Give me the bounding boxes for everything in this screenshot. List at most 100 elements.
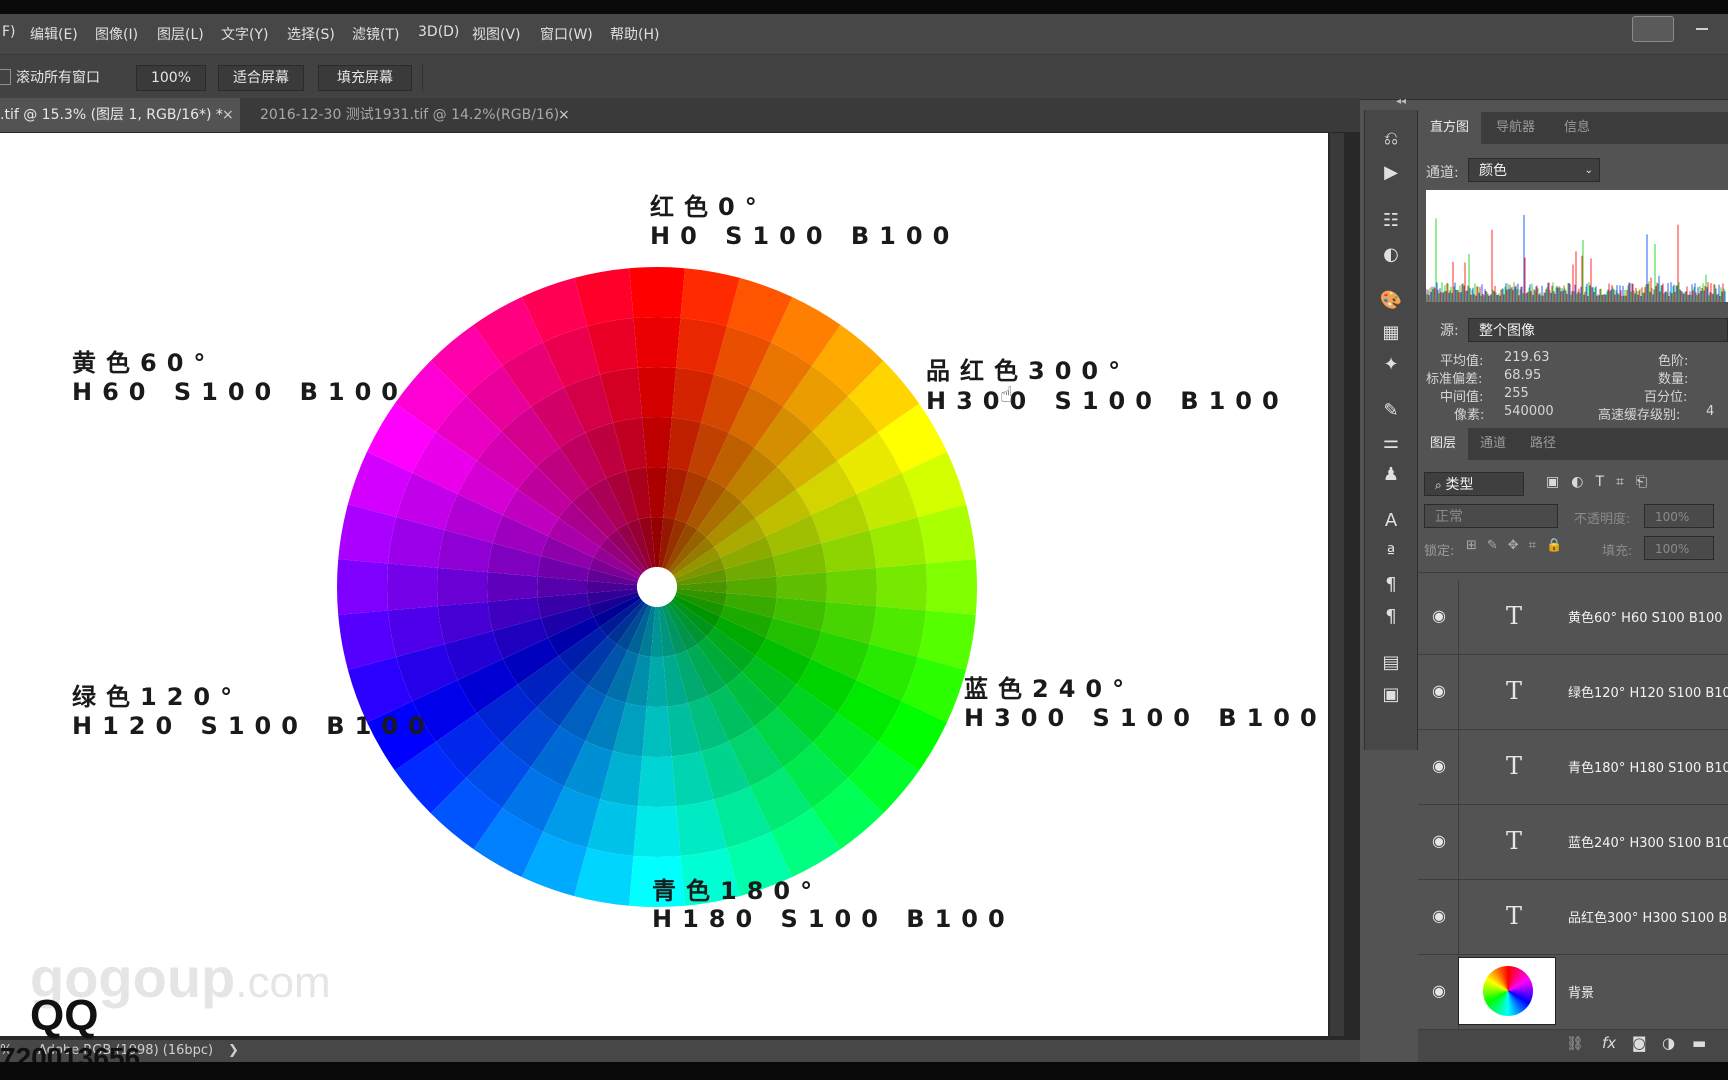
tab-navigator[interactable]: 导航器 (1484, 112, 1547, 144)
wheel-segment (876, 563, 927, 611)
styles-icon[interactable]: ✦ (1375, 350, 1407, 380)
mask-icon[interactable]: ◙ (1632, 1034, 1647, 1052)
layer-row[interactable]: ◉ 背景 (1418, 955, 1728, 1030)
menu-edit[interactable]: 编辑(E) (30, 24, 78, 44)
chevron-down-icon: ⌄ (1584, 165, 1593, 176)
close-icon[interactable]: × (222, 98, 234, 132)
adjustment-icon[interactable]: ◑ (1662, 1034, 1675, 1052)
color-wheel-thumbnail (1483, 966, 1533, 1016)
menu-view[interactable]: 视图(V) (472, 24, 521, 44)
layer-row[interactable]: ◉ T 黄色60° H60 S100 B100 (1418, 580, 1728, 655)
scroll-all-checkbox[interactable] (0, 69, 11, 85)
fx-icon[interactable]: fx (1602, 1034, 1616, 1052)
tab-document-2[interactable]: 2016-12-30 测试1931.tif @ 14.2%(RGB/16) × (250, 98, 580, 132)
menu-filter[interactable]: 滤镜(T) (352, 24, 399, 44)
watermark-qq: QQ (30, 991, 99, 1040)
label-blue-hsb: H300 S100 B100 (964, 704, 1327, 732)
tab-label: 2016-12-30 测试1931.tif @ 14.2%(RGB/16) (260, 107, 560, 123)
divider (1458, 805, 1459, 879)
layer-comps-icon[interactable]: ▤ (1375, 648, 1407, 678)
properties-icon[interactable]: ☷ (1375, 206, 1407, 236)
vertical-scrollbar[interactable] (1330, 133, 1344, 1036)
tab-histogram[interactable]: 直方图 (1418, 112, 1482, 144)
status-arrow-icon[interactable]: ❯ (228, 1043, 239, 1058)
lock-label: 锁定: (1424, 544, 1455, 559)
fit-screen-button[interactable]: 适合屏幕 (218, 65, 304, 91)
notes-icon[interactable]: ▣ (1375, 680, 1407, 710)
layer-row[interactable]: ◉ T 青色180° H180 S100 B100 (1418, 730, 1728, 805)
blend-mode-select[interactable]: 正常 (1424, 504, 1558, 528)
menu-image[interactable]: 图像(I) (95, 24, 138, 44)
layer-name: 绿色120° H120 S100 B100 (1568, 686, 1728, 701)
tab-paths[interactable]: 路径 (1518, 428, 1568, 460)
link-icon[interactable]: ⛓ (1566, 1036, 1584, 1052)
brush-settings-icon[interactable]: ⚌ (1375, 428, 1407, 458)
eye-icon[interactable]: ◉ (1432, 906, 1450, 925)
character-icon[interactable]: A (1375, 506, 1407, 536)
swatches-grid-icon[interactable]: ▦ (1375, 318, 1407, 348)
layer-row[interactable]: ◉ T 绿色120° H120 S100 B100 (1418, 655, 1728, 730)
options-bar: 滚动所有窗口 100% 适合屏幕 填充屏幕 (0, 54, 1728, 100)
tab-info[interactable]: 信息 (1552, 112, 1602, 144)
minimize-icon[interactable] (1696, 28, 1708, 30)
lock-icons[interactable]: ⊞✎✥⌗🔒 (1466, 538, 1586, 558)
tab-layers[interactable]: 图层 (1418, 428, 1469, 460)
wheel-segment (387, 563, 438, 611)
median-value: 255 (1504, 386, 1529, 401)
scroll-all-label: 滚动所有窗口 (16, 70, 100, 86)
adjustments-icon[interactable]: ◐ (1375, 240, 1407, 270)
cache-label: 高速缓存级别: (1598, 408, 1681, 423)
fill-field[interactable]: 100% (1644, 536, 1714, 560)
menu-window[interactable]: 窗口(W) (540, 24, 593, 44)
search-icon: ⌕ (1435, 478, 1446, 492)
eye-icon[interactable]: ◉ (1432, 981, 1450, 1000)
eye-icon[interactable]: ◉ (1432, 606, 1450, 625)
cache-value: 4 (1706, 404, 1715, 419)
menu-layer[interactable]: 图层(L) (157, 24, 204, 44)
layer-row[interactable]: ◉ T 品红色300° H300 S100 B100 (1418, 880, 1728, 955)
paragraph-styles-icon[interactable]: ¶ (1375, 602, 1407, 632)
folder-icon[interactable]: ▬ (1692, 1034, 1706, 1052)
collapse-icon[interactable]: ◂◂ (1396, 96, 1406, 107)
paragraph-icon[interactable]: ¶ (1375, 570, 1407, 600)
layer-row[interactable]: ◉ T 蓝色240° H300 S100 B100 (1418, 805, 1728, 880)
label-magenta-title: 品红色300° (926, 357, 1131, 385)
menu-select[interactable]: 选择(S) (287, 24, 335, 44)
character-styles-icon[interactable]: ª (1375, 538, 1407, 568)
text-layer-icon: T (1505, 677, 1522, 705)
bottom-frame (0, 1062, 1728, 1080)
layer-filter-select[interactable]: ⌕ 类型 (1424, 472, 1524, 496)
menu-3d[interactable]: 3D(D) (418, 24, 459, 40)
zoom-100-button[interactable]: 100% (136, 65, 206, 91)
eye-icon[interactable]: ◉ (1432, 831, 1450, 850)
mean-label: 平均值: (1440, 354, 1484, 369)
menu-help[interactable]: 帮助(H) (610, 24, 659, 44)
source-select[interactable]: 整个图像 (1468, 318, 1728, 342)
clone-source-icon[interactable]: ♟ (1375, 460, 1407, 490)
layer-thumbnail (1458, 957, 1556, 1025)
close-icon[interactable]: × (558, 98, 570, 132)
eye-icon[interactable]: ◉ (1432, 756, 1450, 775)
workspace-icon[interactable] (1632, 16, 1674, 42)
pixels-label: 像素: (1454, 408, 1485, 423)
text-layer-icon: T (1505, 752, 1522, 780)
tab-document-1[interactable]: .tif @ 15.3% (图层 1, RGB/16*) * × (0, 98, 240, 132)
color-palette-icon[interactable]: 🎨 (1375, 286, 1407, 316)
menu-type[interactable]: 文字(Y) (221, 24, 268, 44)
layer-filter-icons[interactable]: ▣◐T⌗⎗ (1546, 474, 1726, 494)
fill-screen-button[interactable]: 填充屏幕 (318, 65, 412, 91)
tab-channels[interactable]: 通道 (1468, 428, 1518, 460)
brush-presets-icon[interactable]: ✎ (1375, 396, 1407, 426)
history-icon[interactable]: ⎌ (1375, 124, 1407, 154)
eye-icon[interactable]: ◉ (1432, 681, 1450, 700)
fill-label: 填充: (1602, 544, 1633, 559)
label-yellow-title: 黄色60° (72, 349, 216, 377)
channel-select[interactable]: 颜色 ⌄ (1468, 158, 1600, 182)
menu-bar: F) 编辑(E) 图像(I) 图层(L) 文字(Y) 选择(S) 滤镜(T) 3… (0, 14, 1728, 54)
actions-play-icon[interactable]: ▶ (1375, 158, 1407, 188)
document-canvas[interactable]: 红色0° H0 S100 B100 黄色60° H60 S100 B100 品红… (0, 133, 1328, 1040)
text-layer-icon: T (1505, 902, 1522, 930)
std-label: 标准偏差: (1426, 372, 1483, 387)
menu-file[interactable]: F) (2, 24, 16, 40)
opacity-field[interactable]: 100% (1644, 504, 1714, 528)
